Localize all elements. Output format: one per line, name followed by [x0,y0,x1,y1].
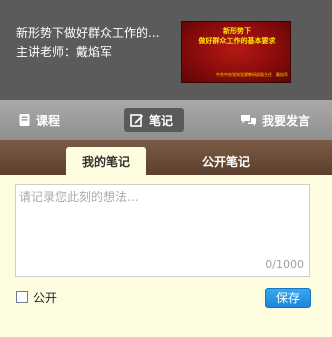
notes-button-label: 笔记 [149,113,174,128]
thumbnail-footer: 中共中央党校党建教研部副主任 戴焰军 [216,72,288,77]
public-checkbox[interactable] [16,291,28,303]
public-label: 公开 [33,290,58,305]
course-title: 新形势下做好群众工作的... [16,26,160,40]
toolbar: 课程 笔记 我要发言 [0,100,332,140]
chat-bubbles-icon [240,113,262,127]
save-button[interactable]: 保存 [265,288,311,308]
notes-button[interactable]: 笔记 [124,108,184,132]
tab-my-notes[interactable]: 我的笔记 [66,147,146,175]
tab-public-notes[interactable]: 公开笔记 [186,147,266,175]
note-editor: 0/1000 [15,184,310,277]
course-thumbnail[interactable]: 新形势下 做好群众工作的基本要求 中共中央党校党建教研部副主任 戴焰军 [181,21,291,83]
notes-panel: 新形势下做好群众工作的... 主讲老师：戴焰军 新形势下 做好群众工作的基本要求… [0,0,332,337]
character-counter: 0/1000 [265,258,304,271]
book-icon [18,113,36,127]
course-header: 新形势下做好群众工作的... 主讲老师：戴焰军 新形势下 做好群众工作的基本要求… [0,0,332,100]
notes-tabs: 我的笔记 公开笔记 [0,140,332,175]
teacher-name: 主讲老师：戴焰军 [16,45,113,59]
thumbnail-title-line2: 做好群众工作的基本要求 [198,37,276,45]
course-button[interactable]: 课程 [18,100,60,140]
speak-button-label: 我要发言 [262,113,311,128]
speak-button[interactable]: 我要发言 [240,100,310,140]
thumbnail-title-line1: 新形势下 [223,27,251,35]
notes-content: 0/1000 公开 保存 [0,175,332,337]
edit-icon [130,113,149,127]
course-button-label: 课程 [36,113,61,128]
public-option[interactable]: 公开 [16,289,57,305]
